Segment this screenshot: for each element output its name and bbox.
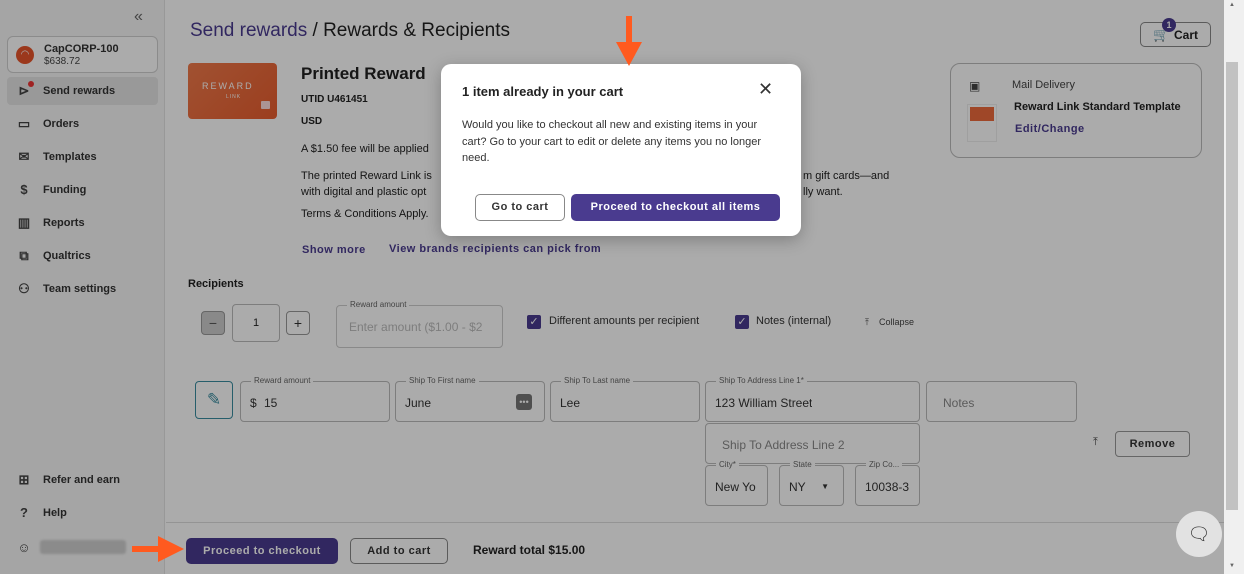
- modal-body: Would you like to checkout all new and e…: [462, 119, 761, 164]
- close-icon[interactable]: ✕: [758, 79, 773, 100]
- app-page: « ◠ CapCORP-100 $638.72 ⊳ Send rewards ▭…: [0, 0, 1244, 574]
- go-to-cart-button[interactable]: Go to cart: [475, 194, 565, 221]
- modal-title: 1 item already in your cart: [462, 84, 624, 99]
- scrollbar-thumb[interactable]: [1226, 62, 1238, 510]
- scrollbar[interactable]: ▲ ▼: [1224, 0, 1244, 574]
- arrow-down-annotation-icon: [616, 16, 642, 66]
- proceed-to-checkout-all-button[interactable]: Proceed to checkout all items: [571, 194, 780, 221]
- cart-modal: 1 item already in your cart ✕ Would you …: [441, 64, 801, 236]
- scroll-up-icon[interactable]: ▲: [1229, 2, 1235, 8]
- arrow-right-annotation-icon: [132, 536, 184, 562]
- chat-icon[interactable]: 🗨: [1176, 511, 1222, 557]
- scroll-down-icon[interactable]: ▼: [1229, 563, 1235, 569]
